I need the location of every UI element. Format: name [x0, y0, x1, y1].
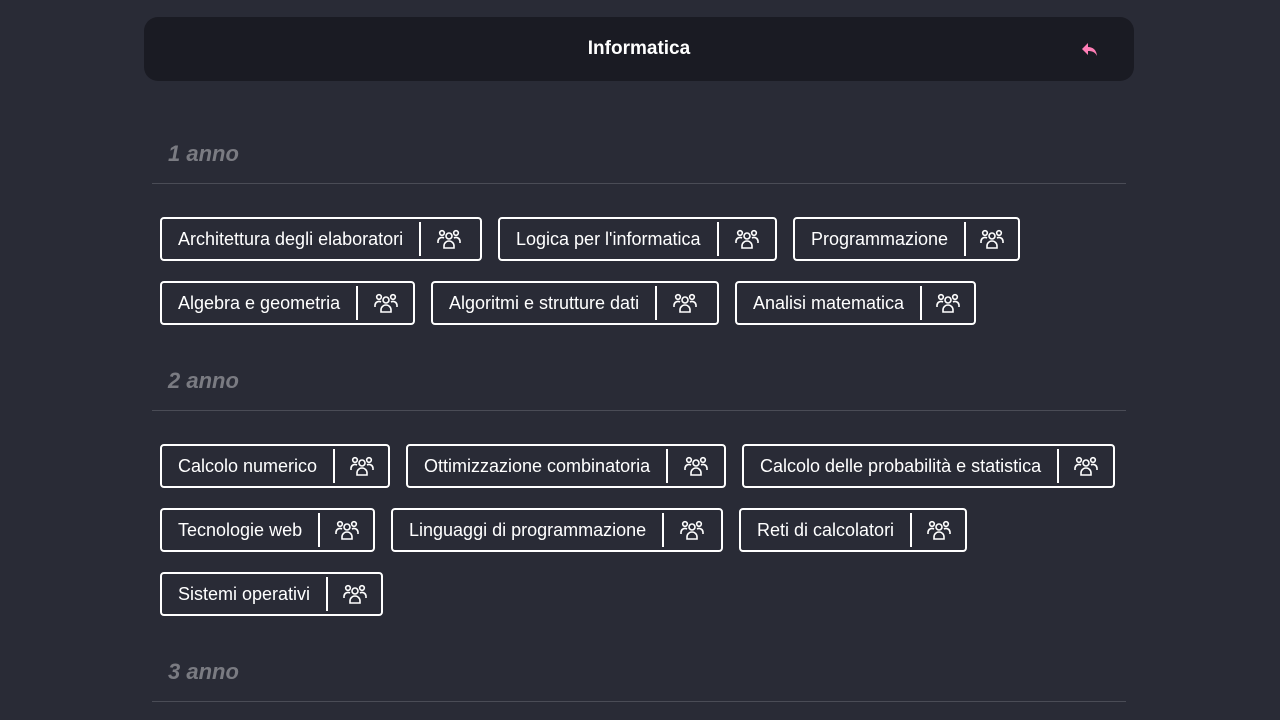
users-group-icon — [716, 222, 775, 256]
users-group-icon — [662, 513, 720, 547]
year-title: 3 anno — [168, 659, 239, 684]
course-chip[interactable]: Programmazione — [793, 217, 1020, 261]
course-chip[interactable]: Tecnologie web — [160, 508, 375, 552]
course-chip[interactable]: Linguaggi di programmazione — [391, 508, 723, 552]
users-group-icon — [910, 513, 965, 547]
course-chip[interactable]: Sistemi operativi — [160, 572, 383, 616]
divider — [152, 410, 1126, 411]
course-chip[interactable]: Algebra e geometria — [160, 281, 415, 325]
course-chip[interactable]: Ottimizzazione combinatoria — [406, 444, 726, 488]
course-label: Programmazione — [811, 228, 949, 249]
year-title: 2 anno — [168, 368, 239, 393]
users-group-icon — [1057, 449, 1113, 483]
course-row: Sistemi operativi — [160, 572, 383, 616]
course-label: Analisi matematica — [753, 292, 905, 313]
course-row: Calcolo numerico Ottimizzazione combinat… — [160, 444, 1115, 488]
course-chip[interactable]: Analisi matematica — [735, 281, 976, 325]
course-label: Calcolo delle probabilità e statistica — [760, 455, 1042, 476]
users-group-icon — [655, 286, 713, 320]
course-label: Algebra e geometria — [178, 292, 341, 313]
course-label: Linguaggi di programmazione — [409, 519, 647, 540]
users-group-icon — [318, 513, 373, 547]
back-button[interactable] — [1078, 38, 1102, 60]
course-label: Sistemi operativi — [178, 583, 311, 604]
users-group-icon — [666, 449, 724, 483]
course-chip[interactable]: Logica per l'informatica — [498, 217, 777, 261]
header-bar: Informatica — [144, 17, 1134, 81]
course-label: Tecnologie web — [178, 519, 303, 540]
course-row: Architettura degli elaboratori Logica pe… — [160, 217, 1020, 261]
course-row: Algebra e geometria Algoritmi e struttur… — [160, 281, 976, 325]
divider — [152, 701, 1126, 702]
reply-arrow-icon — [1082, 43, 1097, 56]
year-title: 1 anno — [168, 141, 239, 166]
users-group-icon — [964, 222, 1018, 256]
divider — [152, 183, 1126, 184]
course-label: Reti di calcolatori — [757, 519, 895, 540]
course-chip[interactable]: Calcolo numerico — [160, 444, 390, 488]
page-title: Informatica — [587, 38, 691, 59]
users-group-icon — [356, 286, 413, 320]
course-label: Architettura degli elaboratori — [178, 228, 404, 249]
users-group-icon — [326, 577, 381, 611]
course-label: Algoritmi e strutture dati — [449, 292, 640, 313]
course-chip[interactable]: Architettura degli elaboratori — [160, 217, 482, 261]
course-chip[interactable]: Calcolo delle probabilità e statistica — [742, 444, 1115, 488]
users-group-icon — [419, 222, 477, 256]
course-label: Calcolo numerico — [178, 455, 318, 476]
users-group-icon — [333, 449, 388, 483]
course-chip[interactable]: Algoritmi e strutture dati — [431, 281, 719, 325]
course-label: Ottimizzazione combinatoria — [424, 455, 651, 476]
course-chip[interactable]: Reti di calcolatori — [739, 508, 967, 552]
course-label: Logica per l'informatica — [516, 228, 701, 249]
course-row: Tecnologie web Linguaggi di programmazio… — [160, 508, 967, 552]
users-group-icon — [920, 286, 974, 320]
